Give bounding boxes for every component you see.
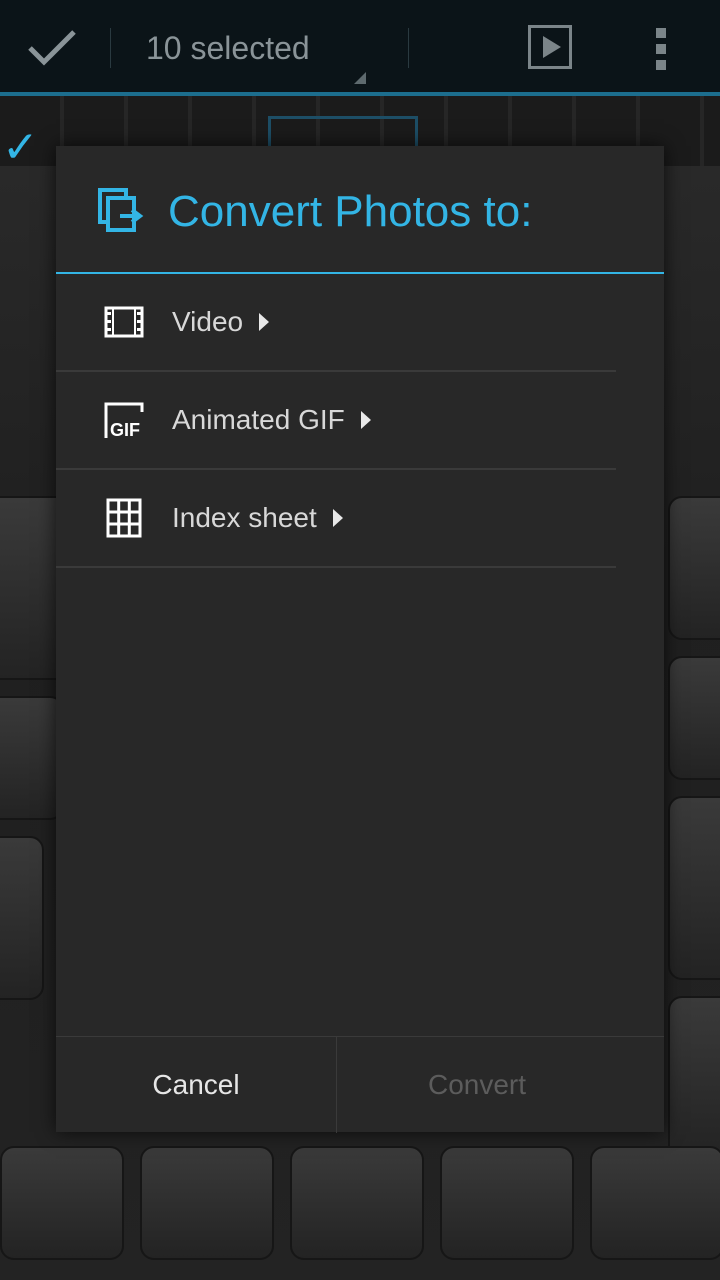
convert-dialog: Convert Photos to: Video GIF Animated GI…	[56, 146, 664, 1133]
cancel-button[interactable]: Cancel	[56, 1037, 336, 1133]
thumbnail-check-icon: ✓	[2, 123, 39, 172]
submenu-arrow-icon	[259, 313, 270, 331]
grid-icon	[106, 498, 142, 538]
keyboard-key	[668, 496, 720, 640]
action-bar-divider	[110, 28, 111, 68]
svg-text:GIF: GIF	[110, 420, 140, 440]
keyboard-key	[0, 696, 64, 820]
dialog-button-bar: Cancel Convert	[56, 1036, 664, 1133]
convert-icon	[98, 188, 144, 232]
option-label: Video	[172, 302, 270, 342]
gif-icon: GIF	[104, 402, 144, 440]
option-label: Index sheet	[172, 498, 343, 538]
keyboard-key	[0, 1146, 124, 1260]
submenu-arrow-icon	[332, 509, 343, 527]
keyboard-key	[290, 1146, 424, 1260]
keyboard-key	[140, 1146, 274, 1260]
dialog-title: Convert Photos to:	[168, 187, 533, 236]
selection-dropdown-indicator	[354, 72, 366, 84]
action-bar: 10 selected	[0, 0, 720, 96]
option-video[interactable]: Video	[56, 274, 616, 372]
option-label: Animated GIF	[172, 400, 371, 440]
option-animated-gif[interactable]: GIF Animated GIF	[56, 372, 616, 470]
submenu-arrow-icon	[360, 411, 371, 429]
keyboard-key	[590, 1146, 720, 1260]
keyboard-key	[668, 656, 720, 780]
keyboard-key	[0, 836, 44, 1000]
keyboard-key	[668, 796, 720, 980]
keyboard-key	[668, 996, 720, 1160]
check-icon[interactable]	[26, 24, 78, 70]
keyboard-key	[440, 1146, 574, 1260]
selection-count[interactable]: 10 selected	[146, 26, 310, 70]
convert-button[interactable]: Convert	[337, 1037, 617, 1133]
film-icon	[104, 306, 144, 338]
play-icon[interactable]	[528, 25, 572, 69]
overflow-menu-icon[interactable]	[656, 28, 668, 70]
action-bar-divider	[408, 28, 409, 68]
option-index-sheet[interactable]: Index sheet	[56, 470, 616, 568]
